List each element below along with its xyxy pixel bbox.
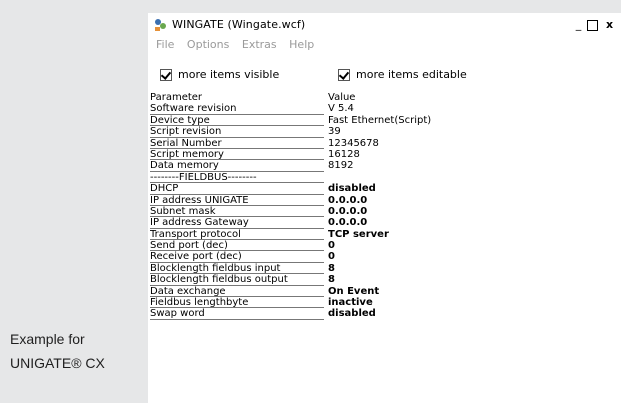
more-items-editable-label: more items editable (356, 68, 467, 81)
parameter-name: Script memory (150, 149, 324, 161)
parameter-name: Software revision (150, 103, 324, 115)
parameter-value[interactable]: 0.0.0.0 (328, 217, 367, 228)
menu-file[interactable]: File (156, 38, 174, 51)
parameter-name: Receive port (dec) (150, 251, 324, 263)
more-items-editable-checkbox[interactable] (338, 68, 350, 81)
parameter-name: Script revision (150, 126, 324, 138)
parameter-value[interactable]: disabled (328, 183, 376, 194)
menu-extras[interactable]: Extras (242, 38, 277, 51)
close-button[interactable]: x (603, 18, 616, 31)
table-row[interactable]: Script memory 16128 (150, 149, 450, 161)
more-items-visible-option[interactable]: more items visible (160, 68, 279, 81)
table-row[interactable]: Send port (dec) 0 (150, 240, 450, 252)
figure-caption: Example for UNIGATE® CX (10, 327, 105, 375)
menu-help[interactable]: Help (289, 38, 314, 51)
parameter-name: Blocklength fieldbus output (150, 274, 324, 286)
header-value: Value (328, 92, 356, 103)
table-row[interactable]: IP address UNIGATE 0.0.0.0 (150, 195, 450, 206)
parameter-name: Send port (dec) (150, 240, 324, 252)
parameter-name: Device type (150, 115, 324, 127)
parameter-value[interactable]: 8 (328, 263, 335, 274)
parameter-grid: Parameter Value Software revision V 5.4 De… (150, 92, 450, 320)
table-row[interactable]: IP address Gateway 0.0.0.0 (150, 217, 450, 229)
menu-options[interactable]: Options (187, 38, 229, 51)
parameter-name: Serial Number (150, 138, 324, 149)
parameter-value[interactable]: TCP server (328, 229, 389, 240)
more-items-editable-option[interactable]: more items editable (338, 68, 467, 81)
grid-header: Parameter Value (150, 92, 450, 103)
more-items-visible-label: more items visible (178, 68, 280, 81)
parameter-name: Subnet mask (150, 206, 324, 218)
app-icon (155, 19, 166, 31)
table-row[interactable]: Blocklength fieldbus output 8 (150, 274, 450, 286)
table-row[interactable]: Receive port (dec) 0 (150, 251, 450, 263)
more-items-visible-checkbox[interactable] (160, 68, 172, 81)
table-row[interactable]: Fieldbus lengthbyte inactive (150, 297, 450, 309)
table-row[interactable]: Data exchange On Event (150, 286, 450, 298)
title-bar[interactable]: WINGATE (Wingate.wcf) _ x (148, 13, 621, 37)
parameter-value[interactable]: On Event (328, 286, 379, 297)
parameter-name: IP address Gateway (150, 217, 324, 229)
table-row[interactable]: Device type Fast Ethernet(Script) (150, 115, 450, 127)
minimize-button[interactable]: _ (572, 18, 585, 31)
header-parameter: Parameter (150, 92, 203, 103)
table-row[interactable]: Transport protocol TCP server (150, 229, 450, 241)
parameter-name: Data exchange (150, 286, 324, 298)
parameter-value[interactable]: inactive (328, 297, 373, 308)
parameter-name: Swap word (150, 308, 324, 320)
table-row[interactable]: Serial Number 12345678 (150, 138, 450, 149)
caption-line-1: Example for (10, 331, 85, 347)
window-title: WINGATE (Wingate.wcf) (172, 18, 306, 31)
parameter-value[interactable]: 39 (328, 126, 341, 137)
parameter-name: Data memory (150, 160, 324, 172)
parameter-value[interactable]: Fast Ethernet(Script) (328, 115, 431, 126)
caption-line-2: UNIGATE® CX (10, 355, 105, 371)
parameter-value[interactable]: 8192 (328, 160, 353, 171)
parameter-value[interactable]: 0 (328, 240, 335, 251)
parameter-name: --------FIELDBUS-------- (150, 172, 324, 184)
parameter-name: Fieldbus lengthbyte (150, 297, 324, 309)
parameter-value[interactable]: V 5.4 (328, 103, 354, 114)
table-row[interactable]: Swap word disabled (150, 308, 450, 320)
parameter-value[interactable]: 8 (328, 274, 335, 285)
parameter-value[interactable]: 0 (328, 251, 335, 262)
table-row[interactable]: Subnet mask 0.0.0.0 (150, 206, 450, 218)
table-row[interactable]: Software revision V 5.4 (150, 103, 450, 115)
menu-bar: File Options Extras Help (156, 38, 323, 51)
parameter-value[interactable]: 16128 (328, 149, 360, 160)
table-row[interactable]: Blocklength fieldbus input 8 (150, 263, 450, 275)
table-row[interactable]: --------FIELDBUS-------- (150, 172, 450, 184)
parameter-name: Blocklength fieldbus input (150, 263, 324, 275)
table-row[interactable]: Script revision 39 (150, 126, 450, 138)
parameter-value[interactable]: 12345678 (328, 138, 379, 149)
wingate-window: WINGATE (Wingate.wcf) _ x File Options E… (148, 13, 621, 403)
parameter-name: IP address UNIGATE (150, 195, 324, 206)
parameter-value[interactable]: 0.0.0.0 (328, 195, 367, 206)
parameter-name: DHCP (150, 183, 324, 195)
parameter-value[interactable]: 0.0.0.0 (328, 206, 367, 217)
maximize-button[interactable] (587, 20, 598, 31)
table-row[interactable]: Data memory 8192 (150, 160, 450, 172)
table-row[interactable]: DHCP disabled (150, 183, 450, 195)
parameter-name: Transport protocol (150, 229, 324, 241)
parameter-value[interactable]: disabled (328, 308, 376, 319)
